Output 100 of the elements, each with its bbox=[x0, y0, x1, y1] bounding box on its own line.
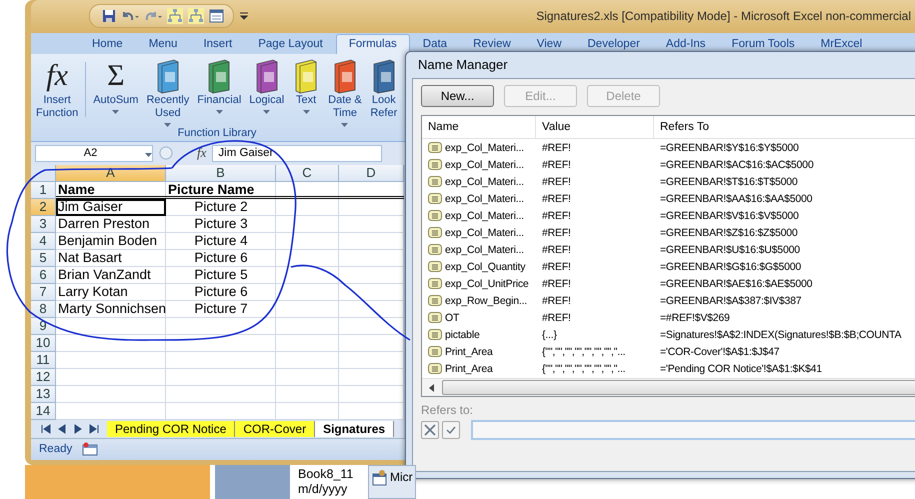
ribbon-button[interactable]: Recently Used bbox=[145, 58, 190, 127]
ribbon-tab[interactable]: Data bbox=[410, 34, 460, 54]
ribbon-tab[interactable]: Add-Ins bbox=[652, 34, 719, 54]
row-header[interactable]: 7 bbox=[31, 284, 56, 301]
value-cell-text: #REF! bbox=[541, 312, 572, 324]
name-cell[interactable]: exp_Col_Materi... bbox=[445, 176, 524, 188]
tree-diagram-icon[interactable] bbox=[167, 8, 183, 24]
row-header[interactable]: 14 bbox=[31, 402, 56, 420]
ribbon-button[interactable]: Σ AutoSum bbox=[92, 58, 140, 114]
last-sheet-icon[interactable] bbox=[89, 424, 99, 434]
name-cell[interactable]: exp_Col_Materi... bbox=[445, 192, 524, 204]
sheet-tab[interactable]: COR-Cover bbox=[235, 420, 316, 437]
column-header[interactable]: B bbox=[166, 164, 276, 182]
scroll-left-icon[interactable] bbox=[428, 384, 436, 392]
function-symbol-icon: fx bbox=[46, 58, 68, 94]
name-cell[interactable]: exp_Col_UnitPrice bbox=[445, 278, 529, 290]
row-header[interactable]: 4 bbox=[31, 232, 56, 250]
sheet-tab[interactable]: Pending COR Notice bbox=[107, 420, 236, 437]
refers-to-cell-text: =GREENBAR!$G$16:$G$5000 bbox=[659, 260, 802, 272]
name-cell[interactable]: Print_Area bbox=[445, 362, 493, 374]
row-header[interactable]: 12 bbox=[31, 368, 56, 386]
sheet-tab[interactable]: Signatures bbox=[315, 420, 394, 437]
ribbon-tab[interactable]: Page Layout bbox=[245, 34, 336, 54]
column-header[interactable]: Refers To bbox=[654, 116, 915, 138]
ribbon-tab[interactable]: View bbox=[524, 34, 574, 54]
ribbon-tab[interactable]: Home bbox=[79, 34, 136, 54]
name-cell[interactable]: OT bbox=[445, 312, 460, 324]
next-sheet-icon[interactable] bbox=[73, 424, 83, 434]
row-header[interactable]: 2 bbox=[31, 198, 56, 216]
customize-toolbar-icon[interactable] bbox=[240, 12, 248, 20]
value-cell-text: #REF! bbox=[541, 278, 572, 290]
name-cell[interactable]: Print_Area bbox=[445, 346, 493, 358]
table-cell-text: Picture 6 bbox=[193, 250, 249, 267]
value-cell-text: #REF! bbox=[541, 210, 572, 222]
ribbon-tab[interactable]: Insert bbox=[190, 34, 246, 54]
macro-record-icon[interactable] bbox=[82, 442, 98, 456]
name-tag-icon bbox=[428, 295, 442, 306]
column-header[interactable]: D bbox=[339, 164, 404, 182]
dialog-button[interactable]: New... bbox=[421, 85, 494, 107]
row-header[interactable]: 3 bbox=[31, 216, 56, 233]
ribbon-tab[interactable]: Developer bbox=[574, 34, 653, 54]
row-header[interactable]: 10 bbox=[31, 334, 56, 352]
row-header[interactable]: 6 bbox=[31, 266, 56, 284]
ribbon-tab[interactable]: MrExcel bbox=[808, 34, 876, 54]
row-header[interactable]: 11 bbox=[31, 352, 56, 369]
close-icon bbox=[423, 423, 437, 437]
value-cell-text: #REF! bbox=[541, 244, 572, 256]
name-cell[interactable]: exp_Row_Begin... bbox=[445, 294, 528, 306]
tree-diagram-icon[interactable] bbox=[188, 8, 204, 24]
name-cell[interactable]: exp_Col_Materi... bbox=[445, 142, 524, 154]
name-tag-icon bbox=[428, 159, 442, 170]
save-icon[interactable] bbox=[102, 9, 116, 24]
table-cell: Picture Name bbox=[166, 182, 276, 199]
horizontal-scrollbar[interactable] bbox=[422, 378, 915, 396]
name-cell[interactable]: exp_Col_Materi... bbox=[445, 244, 524, 256]
ribbon-tab[interactable]: Formulas bbox=[336, 34, 410, 54]
row-header[interactable]: 5 bbox=[31, 250, 56, 267]
refers-to-cell-text: =GREENBAR!$T$16:$T$5000 bbox=[659, 176, 799, 188]
app-window-icon bbox=[372, 470, 388, 486]
name-cell[interactable]: pictable bbox=[445, 328, 480, 340]
ribbon-button[interactable]: Look Refer bbox=[368, 58, 399, 120]
undo-icon[interactable] bbox=[121, 10, 139, 22]
column-header[interactable]: Value bbox=[536, 116, 654, 138]
first-sheet-icon[interactable] bbox=[41, 424, 51, 434]
value-cell-text: #REF! bbox=[541, 142, 572, 154]
value-cell-text: #REF! bbox=[541, 192, 572, 204]
ribbon-button[interactable]: fx Insert Function bbox=[35, 58, 80, 120]
ribbon-tab[interactable]: Forum Tools bbox=[718, 34, 808, 54]
refers-to-cell-text: ='Pending COR Notice'!$A$1:$K$41 bbox=[659, 362, 823, 374]
formula-field[interactable]: Jim Gaiser bbox=[212, 144, 382, 162]
value-cell-text: #REF! bbox=[541, 226, 572, 238]
ribbon-button[interactable]: Financial bbox=[196, 58, 242, 114]
confirm-button[interactable] bbox=[442, 421, 460, 439]
ribbon-tab[interactable]: Review bbox=[460, 34, 524, 54]
refers-to-cell-text: =GREENBAR!$AA$16:$AA$5000 bbox=[659, 192, 814, 204]
ribbon-button[interactable]: Text bbox=[291, 58, 322, 114]
expand-handle-icon[interactable] bbox=[159, 146, 173, 160]
row-header[interactable]: 8 bbox=[31, 300, 56, 318]
name-cell[interactable]: exp_Col_Quantity bbox=[445, 260, 526, 272]
ribbon-tab[interactable]: Menu bbox=[136, 34, 190, 54]
value-cell-text: #REF! bbox=[541, 294, 572, 306]
row-header[interactable]: 13 bbox=[31, 386, 56, 403]
name-tag-icon bbox=[428, 193, 442, 204]
name-box[interactable]: A2 bbox=[35, 144, 153, 162]
form-icon[interactable] bbox=[209, 8, 225, 24]
cancel-button[interactable] bbox=[421, 421, 439, 439]
file-info-text: Book8_11 bbox=[298, 467, 354, 482]
insert-function-icon[interactable]: fx bbox=[197, 145, 206, 162]
refers-to-field[interactable] bbox=[471, 420, 915, 440]
ribbon-button[interactable]: Logical bbox=[248, 58, 286, 114]
previous-sheet-icon[interactable] bbox=[57, 424, 67, 434]
name-cell[interactable]: exp_Col_Materi... bbox=[445, 158, 524, 170]
name-tag-icon bbox=[428, 346, 442, 357]
column-header[interactable]: Name bbox=[422, 116, 536, 138]
row-header[interactable]: 1 bbox=[31, 182, 56, 199]
ribbon-button[interactable]: Date & Time bbox=[327, 58, 363, 127]
name-cell[interactable]: exp_Col_Materi... bbox=[445, 210, 524, 222]
column-header[interactable]: C bbox=[276, 164, 339, 182]
taskbar-button[interactable]: Micr bbox=[368, 465, 416, 499]
name-cell[interactable]: exp_Col_Materi... bbox=[445, 226, 524, 238]
